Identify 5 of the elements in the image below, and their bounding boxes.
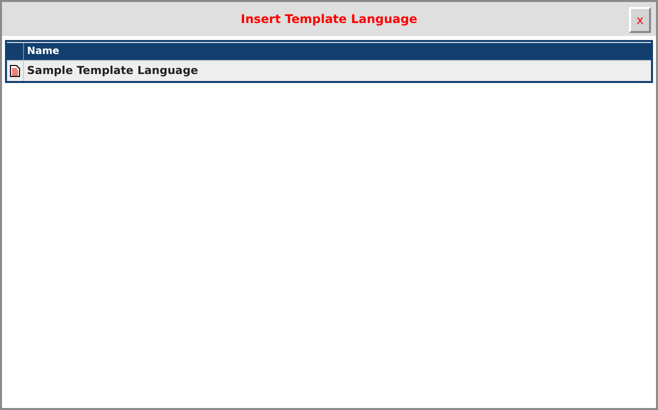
table-cell-text: Sample Template Language <box>26 63 198 79</box>
window-title: Insert Template Language <box>240 12 418 26</box>
column-header: Name <box>26 45 60 59</box>
table-row[interactable]: Sample Template Language <box>7 60 651 81</box>
document-icon <box>10 65 20 77</box>
